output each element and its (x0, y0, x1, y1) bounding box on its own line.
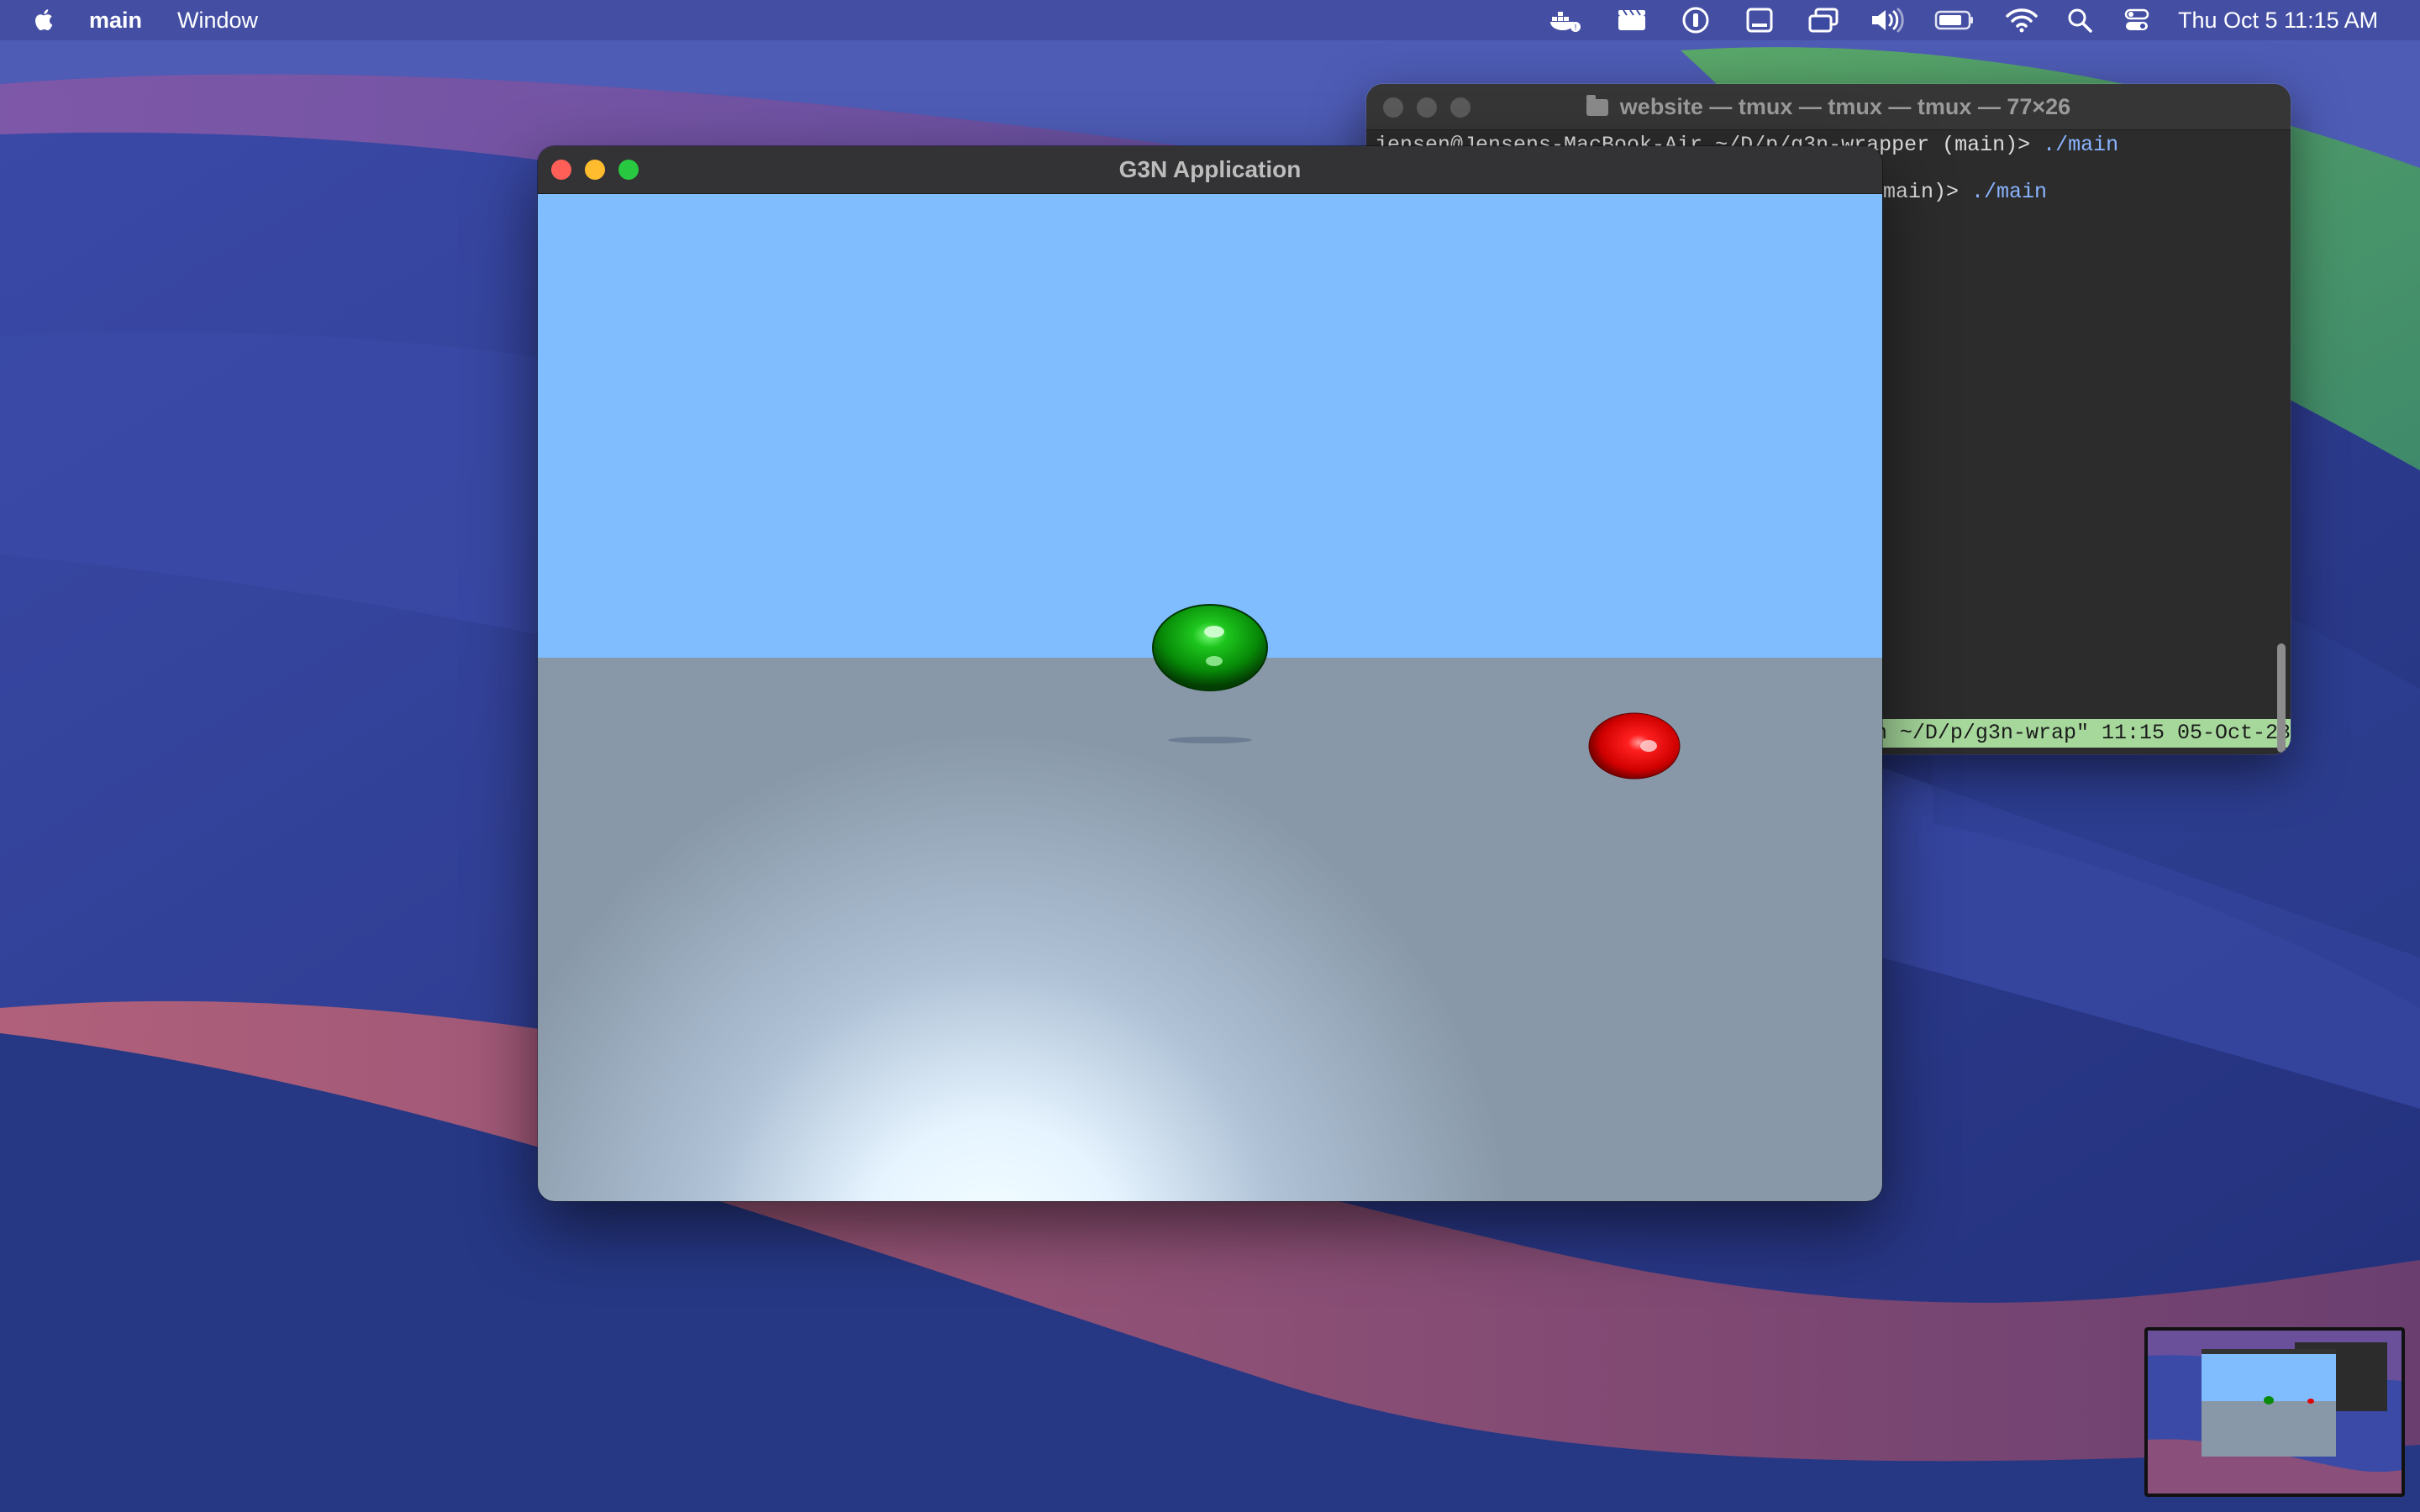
menu-bar: main Window ! Thu Oct 5 11:15 AM (0, 0, 2420, 40)
screen-mirroring-icon[interactable] (1807, 7, 1840, 34)
terminal-title-text: website — tmux — tmux — tmux — 77×26 (1619, 94, 2071, 119)
folder-icon (1586, 95, 1608, 116)
terminal-scrollbar[interactable] (2277, 643, 2286, 753)
menubar-clock[interactable]: Thu Oct 5 11:15 AM (2178, 0, 2378, 40)
app-menu[interactable]: main (89, 0, 142, 40)
g3n-titlebar[interactable]: G3N Application (538, 146, 1882, 194)
control-center-icon[interactable] (2123, 7, 2151, 34)
wifi-icon[interactable] (2005, 7, 2039, 34)
green-sphere (1152, 604, 1268, 691)
terminal-titlebar[interactable]: website — tmux — tmux — tmux — 77×26 (1366, 84, 2291, 130)
g3n-application-window[interactable]: G3N Application (538, 146, 1882, 1201)
password-manager-icon[interactable] (1681, 7, 1711, 34)
3d-scene-viewport[interactable] (538, 194, 1882, 1201)
red-sphere (1588, 712, 1681, 780)
window-title: G3N Application (1118, 156, 1302, 182)
terminal-title: website — tmux — tmux — tmux — 77×26 (1366, 84, 2291, 129)
docker-icon[interactable]: ! (1549, 7, 1582, 34)
clapperboard-icon[interactable] (1617, 7, 1647, 34)
window-menu[interactable]: Window (177, 0, 258, 40)
sphere-shadow (1168, 737, 1252, 743)
search-icon[interactable] (2065, 7, 2094, 34)
display-icon[interactable] (1744, 7, 1775, 34)
apple-menu-icon[interactable] (30, 0, 59, 40)
terminal-command: ./main (1971, 180, 2048, 204)
terminal-command: ./main (2043, 133, 2119, 157)
volume-icon[interactable] (1869, 7, 1904, 34)
svg-text:!: ! (1575, 24, 1577, 33)
sky (538, 194, 1882, 658)
screenshot-thumbnail[interactable] (2144, 1327, 2405, 1497)
battery-icon[interactable] (1934, 7, 1975, 34)
